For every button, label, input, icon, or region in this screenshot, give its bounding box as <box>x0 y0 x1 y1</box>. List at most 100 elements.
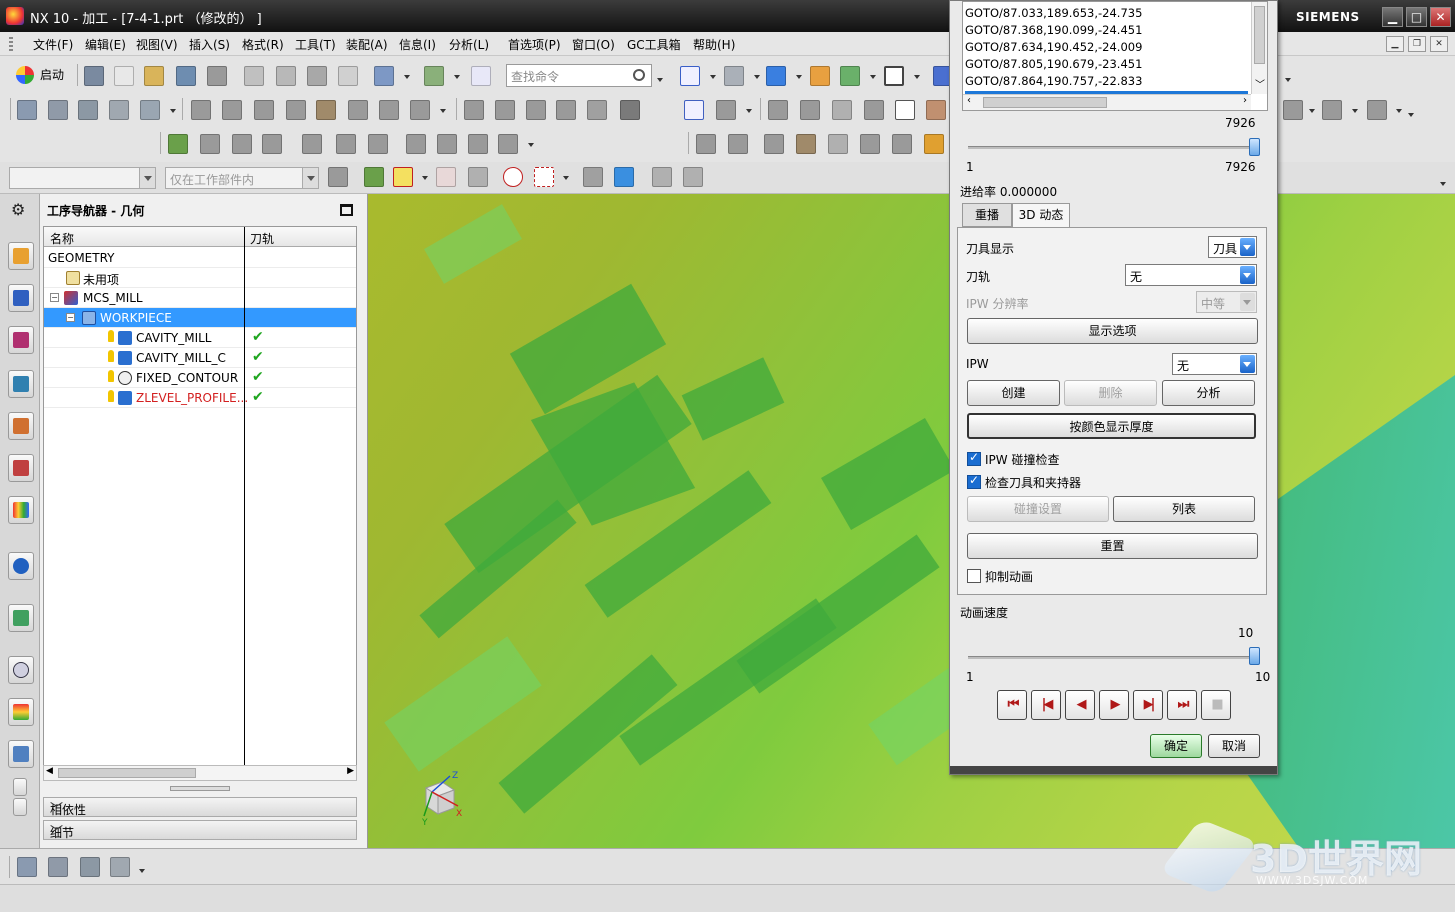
delete-icon[interactable] <box>338 66 358 86</box>
selection-scope-select[interactable]: 仅在工作部件内 <box>165 167 319 189</box>
rewind-to-start-button[interactable]: ⏮ <box>997 690 1027 720</box>
gear-icon[interactable]: ⚙ <box>11 200 25 219</box>
ok-button[interactable]: 确定 <box>1150 734 1202 758</box>
ipw-select[interactable]: 无 <box>1172 353 1257 375</box>
resource-part-navigator[interactable] <box>8 326 34 354</box>
step-slider-track[interactable] <box>968 146 1254 149</box>
create-program-icon[interactable] <box>17 100 37 120</box>
play-backward-button[interactable]: ◀ <box>1065 690 1095 720</box>
snap-point-icon[interactable] <box>393 167 413 187</box>
toolpath-display-select[interactable]: 无 <box>1125 264 1257 286</box>
ipw-resolution-select[interactable]: 中等 <box>1196 291 1257 313</box>
toolbar-overflow-icon[interactable] <box>1285 78 1291 82</box>
create-geometry-icon[interactable] <box>80 857 100 877</box>
drill-icon[interactable] <box>1367 100 1387 120</box>
cls-output-icon[interactable] <box>495 100 515 120</box>
ipw-collision-checkbox[interactable] <box>967 450 981 466</box>
verify-toolpath-icon[interactable] <box>379 100 399 120</box>
turn-dropdown-icon[interactable] <box>1352 109 1358 113</box>
point-on-curve-icon[interactable] <box>436 167 456 187</box>
menu-window[interactable]: 窗口(O) <box>572 36 615 53</box>
search-dropdown-icon[interactable] <box>657 78 663 82</box>
create-tool-icon[interactable] <box>48 857 68 877</box>
scrollbar-thumb[interactable] <box>1254 6 1265 64</box>
resource-reuse-library[interactable] <box>8 412 34 440</box>
turn-icon[interactable] <box>1322 100 1342 120</box>
resource-machine-navigator[interactable] <box>8 284 34 312</box>
layer-settings-icon[interactable] <box>810 66 830 86</box>
operations-dropdown-icon[interactable] <box>440 109 446 113</box>
feeds-speeds-icon[interactable] <box>587 100 607 120</box>
scroll-left-icon[interactable]: ◀ <box>46 766 53 776</box>
goto-line[interactable]: GOTO/87.805,190.679,-23.451 <box>965 57 1142 71</box>
fit-dropdown-icon[interactable] <box>710 75 716 79</box>
flag-icon[interactable] <box>302 134 322 154</box>
maximize-button[interactable]: □ <box>1406 7 1427 27</box>
tool-path-edit-icon[interactable] <box>556 100 576 120</box>
row2-overflow-icon[interactable] <box>1408 113 1414 117</box>
goto-line[interactable]: GOTO/87.033,189.653,-24.735 <box>965 6 1142 20</box>
bottom-toolbar-dropdown-icon[interactable] <box>139 869 145 873</box>
tab-3d-dynamic[interactable]: 3D 动态 <box>1012 203 1070 229</box>
menu-file[interactable]: 文件(F) <box>33 36 73 53</box>
display-options-button[interactable]: 显示选项 <box>967 318 1258 344</box>
info-window-icon[interactable] <box>471 66 491 86</box>
mill-dropdown-icon[interactable] <box>1309 109 1315 113</box>
edit-object-icon[interactable] <box>864 100 884 120</box>
menu-insert[interactable]: 插入(S) <box>189 36 230 53</box>
table-row[interactable]: CAVITY_MILL ✔ <box>44 328 356 348</box>
edit-section-icon[interactable] <box>840 66 860 86</box>
scroll-left-icon[interactable]: ‹ <box>967 95 971 106</box>
close-button[interactable]: ✕ <box>1430 7 1451 27</box>
cut-icon[interactable] <box>244 66 264 86</box>
details-panel[interactable]: 细节 ﹀ <box>43 820 357 840</box>
menu-analysis[interactable]: 分析(L) <box>449 36 489 53</box>
column-header-toolpath[interactable]: 刀轨 <box>250 230 274 247</box>
resource-roles[interactable] <box>8 740 34 768</box>
goto-line[interactable]: GOTO/87.368,190.099,-24.451 <box>965 23 1142 37</box>
intersection-icon[interactable] <box>468 167 488 187</box>
mdi-minimize-icon[interactable]: ▁ <box>1386 36 1404 52</box>
scroll-right-icon[interactable]: › <box>1243 95 1247 106</box>
row3-dropdown-icon[interactable] <box>528 143 534 147</box>
repeat-dropdown-icon[interactable] <box>454 75 460 79</box>
background-dropdown-icon[interactable] <box>914 75 920 79</box>
accept-icon[interactable] <box>168 134 188 154</box>
column-header-name[interactable]: 名称 <box>50 230 74 247</box>
copy-icon[interactable] <box>276 66 296 86</box>
object-display-icon[interactable] <box>800 100 820 120</box>
menu-view[interactable]: 视图(V) <box>136 36 178 53</box>
step-slider-thumb[interactable] <box>1249 138 1260 156</box>
tool-list-icon[interactable] <box>262 134 282 154</box>
snap-icon[interactable] <box>924 134 944 154</box>
menu-help[interactable]: 帮助(H) <box>693 36 735 53</box>
postprocess-icon[interactable] <box>410 100 430 120</box>
rotate-icon[interactable] <box>860 134 880 154</box>
body-select-icon[interactable] <box>614 167 634 187</box>
menu-format[interactable]: 格式(R) <box>242 36 284 53</box>
scroll-down-icon[interactable]: ﹀ <box>1255 76 1265 91</box>
mesh-icon[interactable] <box>696 134 716 154</box>
point-icon[interactable] <box>895 100 915 120</box>
boundary-icon[interactable] <box>406 134 426 154</box>
resource-operation-navigator[interactable] <box>8 242 34 270</box>
select-dropdown-icon[interactable] <box>563 176 569 180</box>
measure-icon[interactable] <box>832 100 852 120</box>
snap-dropdown-icon[interactable] <box>422 176 428 180</box>
orient-view-icon[interactable] <box>724 66 744 86</box>
section-dropdown-icon[interactable] <box>870 75 876 79</box>
collision-settings-button[interactable]: 碰撞设置 <box>967 496 1109 522</box>
paste-icon[interactable] <box>307 66 327 86</box>
pan-icon[interactable] <box>892 134 912 154</box>
fit-view-icon[interactable] <box>680 66 700 86</box>
rectangle-select-icon[interactable] <box>534 167 554 187</box>
drill-dropdown-icon[interactable] <box>1396 109 1402 113</box>
replay-toolpath-icon[interactable] <box>348 100 368 120</box>
background-icon[interactable] <box>884 66 904 86</box>
chamfer-icon[interactable] <box>683 167 703 187</box>
speed-slider-track[interactable] <box>968 656 1254 659</box>
shop-doc-icon[interactable] <box>464 100 484 120</box>
tool-display-select[interactable]: 刀具 <box>1208 236 1257 258</box>
resbar-scroll-down[interactable] <box>13 798 27 816</box>
repeat-command-icon[interactable] <box>424 66 444 86</box>
